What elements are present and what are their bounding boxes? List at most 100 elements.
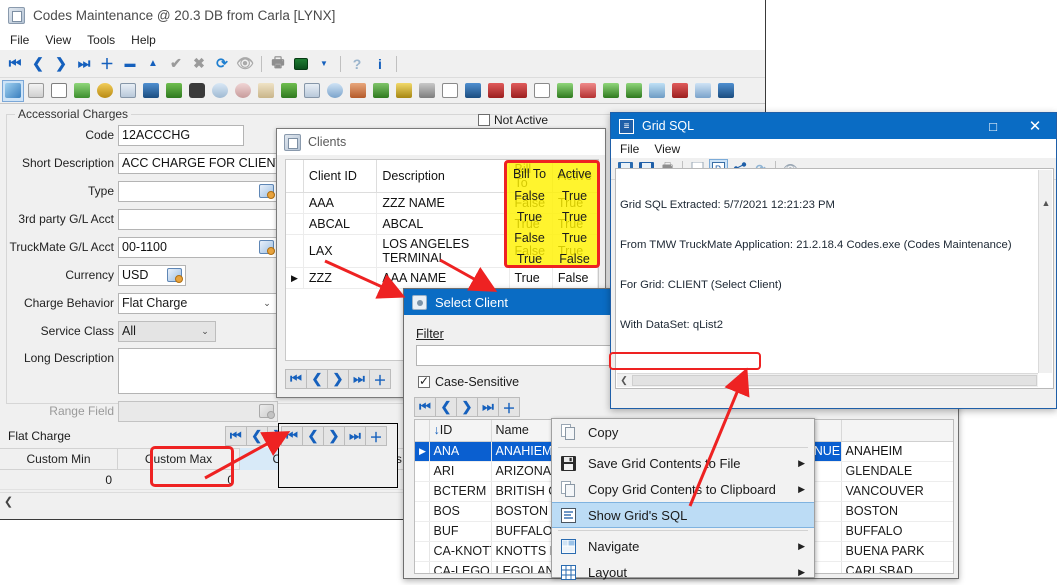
module-icon-24[interactable]: [531, 80, 553, 102]
grid-sql-horizontal-scrollbar[interactable]: ❮: [617, 373, 1038, 387]
gs-menu-item-view[interactable]: View: [654, 142, 680, 156]
np-last-icon[interactable]: ⏭: [344, 426, 366, 446]
np-first-icon[interactable]: ⏮: [281, 426, 303, 446]
module-icon-26[interactable]: [577, 80, 599, 102]
clients-last-icon[interactable]: ⏭: [348, 369, 370, 389]
context-menu-item-copy-grid[interactable]: Copy Grid Contents to Clipboard ▶: [552, 476, 814, 502]
module-icon-17[interactable]: [370, 80, 392, 102]
combo-charge-behavior[interactable]: Flat Charge ⌄: [118, 292, 278, 314]
column-header-custom-min[interactable]: Custom Min: [0, 448, 118, 470]
module-icon-3[interactable]: [48, 80, 70, 102]
fc-first-icon[interactable]: ⏮: [224, 426, 247, 446]
not-active-checkbox[interactable]: [478, 114, 490, 126]
sc-next-icon[interactable]: ❯: [456, 397, 478, 417]
info-icon[interactable]: i: [369, 53, 391, 75]
scroll-left-icon[interactable]: ❮: [0, 493, 17, 509]
module-icon-22[interactable]: [485, 80, 507, 102]
context-menu-item-copy[interactable]: Copy: [552, 419, 814, 445]
column-header-bill-to[interactable]: Bill To: [509, 160, 553, 193]
module-icon-27[interactable]: [600, 80, 622, 102]
module-icon-20[interactable]: [439, 80, 461, 102]
sc-prev-icon[interactable]: ❮: [435, 397, 457, 417]
module-icon-29[interactable]: [646, 80, 668, 102]
column-header-id[interactable]: ↓ID: [429, 420, 492, 442]
module-icon-18[interactable]: [393, 80, 415, 102]
grid-sql-text-area[interactable]: Grid SQL Extracted: 5/7/2021 12:21:23 PM…: [615, 168, 1054, 389]
table-row[interactable]: ABCAL ABCAL True True: [286, 213, 599, 235]
column-header-client-id[interactable]: Client ID: [303, 160, 378, 193]
print-icon[interactable]: 🖶: [267, 53, 289, 75]
cancel-edit-icon[interactable]: ✖: [188, 53, 210, 75]
close-button[interactable]: ✕: [1014, 113, 1056, 139]
combo-service-class[interactable]: All ⌄: [118, 320, 216, 342]
np-next-icon[interactable]: ❯: [323, 426, 345, 446]
module-icon-25[interactable]: [554, 80, 576, 102]
chevron-down-icon[interactable]: ⌄: [260, 294, 274, 313]
module-icon-7[interactable]: [140, 80, 162, 102]
insert-record-icon[interactable]: ＋: [96, 53, 118, 75]
context-menu-item-show-sql[interactable]: Show Grid's SQL: [552, 502, 814, 528]
column-header-custom-max[interactable]: Custom Max: [118, 448, 240, 470]
scroll-left-icon-2[interactable]: ❮: [617, 374, 631, 387]
module-icon-11[interactable]: [232, 80, 254, 102]
case-sensitive-row[interactable]: Case-Sensitive: [418, 374, 519, 389]
module-icon-1[interactable]: [2, 79, 24, 102]
module-icon-4[interactable]: [71, 80, 93, 102]
fc-prev-icon[interactable]: ❮: [245, 426, 268, 446]
maximize-button[interactable]: □: [972, 113, 1014, 139]
hscroll-thumb[interactable]: [632, 375, 1037, 386]
input-code[interactable]: 12ACCCHG: [118, 124, 244, 146]
module-icon-21[interactable]: [462, 80, 484, 102]
module-icon-16[interactable]: [347, 80, 369, 102]
np-insert-icon[interactable]: ＋: [365, 426, 387, 446]
module-icon-14[interactable]: [301, 80, 323, 102]
context-menu-item-save-grid[interactable]: Save Grid Contents to File ▶: [552, 450, 814, 476]
sc-insert-icon[interactable]: ＋: [498, 397, 520, 417]
table-row[interactable]: AAA ZZZ NAME False True: [286, 192, 599, 214]
edit-record-icon[interactable]: ▲: [142, 53, 164, 75]
module-icon-2[interactable]: [25, 80, 47, 102]
module-icon-30[interactable]: [669, 80, 691, 102]
chevron-down-icon[interactable]: ▼: [313, 53, 335, 75]
module-icon-13[interactable]: [278, 80, 300, 102]
sc-first-icon[interactable]: ⏮: [414, 397, 436, 417]
module-icon-6[interactable]: [117, 80, 139, 102]
gs-menu-item-file[interactable]: File: [620, 142, 639, 156]
module-icon-5[interactable]: [94, 80, 116, 102]
input-third-party-gl[interactable]: [118, 208, 278, 230]
module-icon-12[interactable]: [255, 80, 277, 102]
module-icon-19[interactable]: [416, 80, 438, 102]
module-icon-8[interactable]: [163, 80, 185, 102]
menu-item-view[interactable]: View: [45, 33, 71, 47]
input-long-description[interactable]: [118, 348, 278, 394]
sc-last-icon[interactable]: ⏭: [477, 397, 499, 417]
previous-record-icon[interactable]: ❮: [27, 53, 49, 75]
menu-item-help[interactable]: Help: [131, 33, 156, 47]
menu-item-file[interactable]: File: [10, 33, 29, 47]
input-currency[interactable]: USD: [118, 264, 186, 286]
last-record-icon[interactable]: ⏭: [73, 53, 95, 75]
grid-sql-vertical-scrollbar[interactable]: ▲: [1038, 170, 1052, 373]
help-icon[interactable]: ?: [346, 53, 368, 75]
first-record-icon[interactable]: ⏮: [4, 53, 26, 75]
input-type[interactable]: [118, 180, 278, 202]
delete-record-icon[interactable]: ▬: [119, 53, 141, 75]
clients-next-icon[interactable]: ❯: [327, 369, 349, 389]
module-icon-32[interactable]: [715, 80, 737, 102]
column-header-description[interactable]: Description: [376, 160, 510, 193]
module-icon-23[interactable]: [508, 80, 530, 102]
not-active-checkbox-row[interactable]: Not Active: [478, 113, 548, 127]
module-icon-31[interactable]: [692, 80, 714, 102]
next-record-icon[interactable]: ❯: [50, 53, 72, 75]
clients-first-icon[interactable]: ⏮: [285, 369, 307, 389]
case-sensitive-checkbox[interactable]: [418, 374, 430, 388]
scroll-up-icon[interactable]: ▲: [1039, 197, 1053, 210]
module-icon-15[interactable]: [324, 80, 346, 102]
chevron-down-icon-2[interactable]: ⌄: [198, 322, 212, 341]
screen-capture-icon[interactable]: [290, 53, 312, 75]
post-edit-icon[interactable]: ✔: [165, 53, 187, 75]
currency-lookup-icon[interactable]: [167, 268, 183, 283]
module-icon-9[interactable]: [186, 80, 208, 102]
table-row-current[interactable]: ▶ ZZZ AAA NAME True False: [286, 267, 599, 289]
module-icon-10[interactable]: [209, 80, 231, 102]
